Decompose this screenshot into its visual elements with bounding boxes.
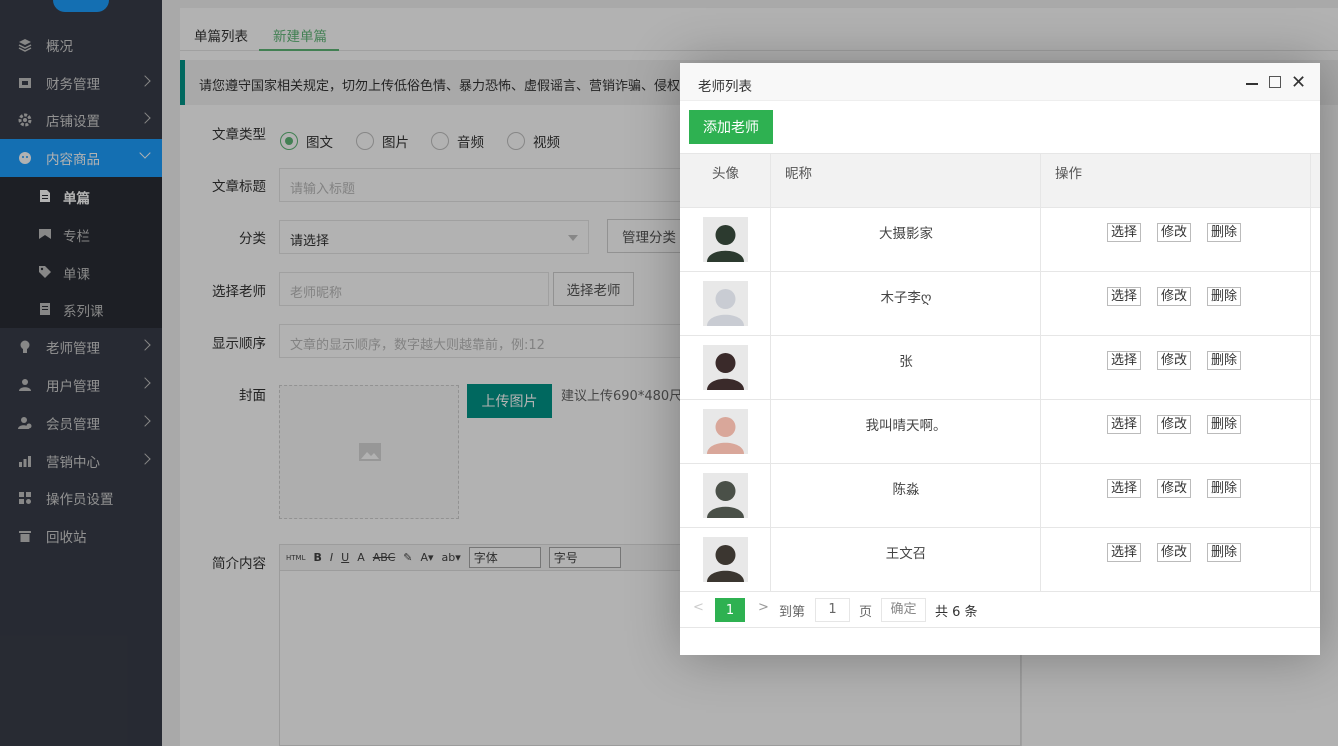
avatar bbox=[703, 473, 748, 518]
column-nickname: 昵称 bbox=[785, 166, 812, 182]
edit-button[interactable]: 修改 bbox=[1157, 479, 1192, 498]
goto-confirm-button[interactable]: 确定 bbox=[881, 598, 926, 622]
page-input[interactable]: 1 bbox=[815, 598, 850, 622]
avatar bbox=[703, 409, 748, 454]
select-button[interactable]: 选择 bbox=[1107, 415, 1142, 434]
select-button[interactable]: 选择 bbox=[1107, 223, 1142, 242]
table-row: 陈淼 选择 修改 删除 bbox=[680, 464, 1320, 528]
pagination: < 1 > 到第 1 页 确定 共 6 条 bbox=[680, 591, 1320, 628]
avatar bbox=[703, 217, 748, 262]
goto-label: 到第 bbox=[779, 605, 806, 620]
edit-button[interactable]: 修改 bbox=[1157, 287, 1192, 306]
teacher-nickname: 张 bbox=[899, 354, 913, 370]
select-button[interactable]: 选择 bbox=[1107, 479, 1142, 498]
teacher-nickname: 王文召 bbox=[885, 546, 927, 562]
avatar bbox=[703, 537, 748, 582]
select-button[interactable]: 选择 bbox=[1107, 351, 1142, 370]
next-page-icon[interactable]: > bbox=[758, 600, 769, 615]
edit-button[interactable]: 修改 bbox=[1157, 415, 1192, 434]
delete-button[interactable]: 删除 bbox=[1207, 223, 1242, 242]
teacher-nickname: 木子李ღ bbox=[880, 290, 932, 306]
table-row: 张 选择 修改 删除 bbox=[680, 336, 1320, 400]
select-button[interactable]: 选择 bbox=[1107, 543, 1142, 562]
close-icon[interactable]: ✕ bbox=[1291, 72, 1306, 93]
delete-button[interactable]: 删除 bbox=[1207, 543, 1242, 562]
add-teacher-button[interactable]: 添加老师 bbox=[689, 110, 773, 144]
table-row: 王文召 选择 修改 删除 bbox=[680, 528, 1320, 592]
delete-button[interactable]: 删除 bbox=[1207, 415, 1242, 434]
delete-button[interactable]: 删除 bbox=[1207, 479, 1242, 498]
teacher-nickname: 陈淼 bbox=[892, 482, 920, 498]
maximize-icon[interactable] bbox=[1269, 76, 1281, 88]
teacher-nickname: 我叫晴天啊。 bbox=[865, 418, 947, 434]
column-actions: 操作 bbox=[1055, 166, 1082, 182]
total-count: 共 6 条 bbox=[935, 605, 978, 620]
page-current[interactable]: 1 bbox=[715, 598, 745, 622]
dialog-header: 老师列表 ✕ bbox=[680, 63, 1320, 101]
teacher-nickname: 大摄影家 bbox=[879, 226, 933, 242]
prev-page-icon[interactable]: < bbox=[693, 600, 704, 615]
column-avatar: 头像 bbox=[712, 166, 739, 182]
minimize-icon[interactable] bbox=[1246, 83, 1258, 85]
table-row: 我叫晴天啊。 选择 修改 删除 bbox=[680, 400, 1320, 464]
teacher-list-dialog: 老师列表 ✕ 添加老师 头像 昵称 操作 大摄影家 选择 修改 删除 木子李ღ 选择 修改删… bbox=[680, 63, 1320, 655]
table-row: 木子李ღ 选择 修改 删除 bbox=[680, 272, 1320, 336]
delete-button[interactable]: 删除 bbox=[1207, 351, 1242, 370]
avatar bbox=[703, 281, 748, 326]
table-header: 头像 昵称 操作 bbox=[680, 153, 1320, 208]
page-unit: 页 bbox=[859, 605, 873, 620]
avatar bbox=[703, 345, 748, 390]
edit-button[interactable]: 修改 bbox=[1157, 543, 1192, 562]
delete-button[interactable]: 删除 bbox=[1207, 287, 1242, 306]
dialog-title: 老师列表 bbox=[698, 79, 752, 95]
edit-button[interactable]: 修改 bbox=[1157, 223, 1192, 242]
teacher-table: 头像 昵称 操作 大摄影家 选择 修改 删除 木子李ღ 选择 修改 删除张选择 修改 删除 我叫晴天… bbox=[680, 153, 1320, 592]
edit-button[interactable]: 修改 bbox=[1157, 351, 1192, 370]
table-row: 大摄影家 选择 修改 删除 bbox=[680, 208, 1320, 272]
select-button[interactable]: 选择 bbox=[1107, 287, 1142, 306]
